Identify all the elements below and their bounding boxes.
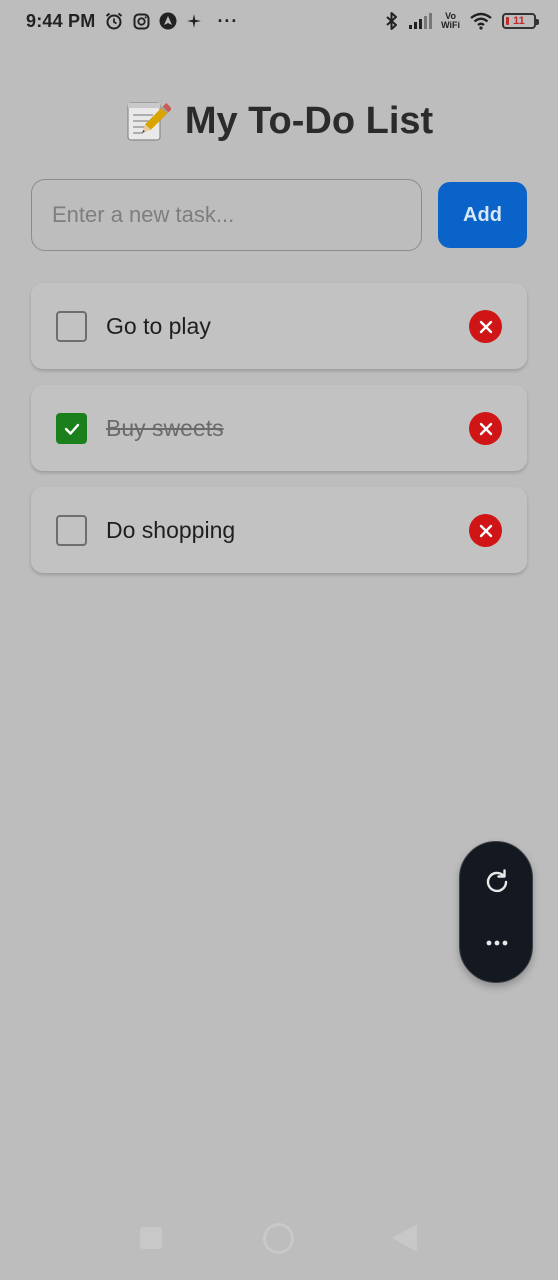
new-task-input[interactable] [31,179,422,251]
battery-level-text: 11 [513,15,525,27]
recents-button[interactable] [140,1227,162,1249]
more-horizontal-icon[interactable] [482,935,512,956]
task-checkbox[interactable] [56,311,87,342]
memo-icon [125,98,172,144]
wifi-icon [469,12,493,30]
page-title: My To-Do List [0,98,558,144]
battery-level-fill [506,17,509,25]
signal-icon [408,13,433,29]
sparkle-icon [186,13,202,29]
task-text: Go to play [106,313,211,339]
page-title-text: My To-Do List [184,99,434,142]
back-button[interactable] [392,1224,418,1257]
battery-icon: 11 [502,13,539,29]
task-item: Go to play [31,283,527,369]
status-bar: 9:44 PM ··· Vo WiFi 11 [0,0,558,42]
task-text: Do shopping [106,517,236,543]
delete-task-button[interactable] [469,310,502,343]
task-text: Buy sweets [106,415,224,441]
instagram-icon [133,13,150,30]
refresh-icon[interactable] [482,867,512,902]
delete-task-button[interactable] [469,514,502,547]
home-button[interactable] [263,1223,294,1254]
close-icon [479,422,492,435]
close-icon [479,320,492,333]
close-icon [479,524,492,537]
status-left: 9:44 PM ··· [26,11,238,32]
floating-controls [459,841,533,983]
task-item: Buy sweets [31,385,527,471]
screen: 9:44 PM ··· Vo WiFi 11 My To-Do List Ent… [0,0,558,1280]
task-checkbox[interactable] [56,413,87,444]
vowifi-bottom: WiFi [441,20,460,30]
alarm-icon [104,11,124,31]
task-list: Go to play Buy sweets Do shopping [31,283,527,589]
system-nav-bar [0,1216,558,1260]
status-more-icon: ··· [217,10,239,31]
status-time: 9:44 PM [26,10,96,31]
add-task-form: Add [31,179,527,251]
checkmark-icon [64,423,79,435]
bluetooth-icon [385,11,399,31]
vowifi-icon: Vo WiFi [441,12,460,30]
status-right: Vo WiFi 11 [385,11,539,31]
add-task-button[interactable]: Add [438,182,527,248]
nav-app-icon [159,12,177,30]
task-checkbox[interactable] [56,515,87,546]
task-item: Do shopping [31,487,527,573]
delete-task-button[interactable] [469,412,502,445]
